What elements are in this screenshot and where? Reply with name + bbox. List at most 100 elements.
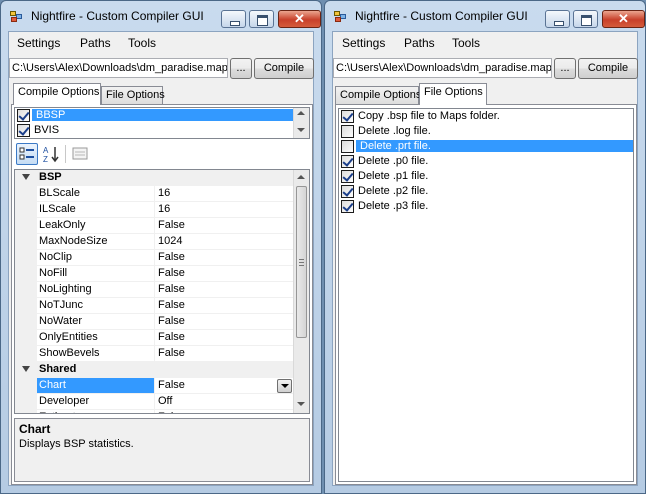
property-row[interactable]: NoTJunc False <box>15 298 293 314</box>
list-item[interactable]: Delete .log file. <box>339 124 633 139</box>
file-option-checkbox[interactable] <box>341 155 354 168</box>
property-value[interactable]: False <box>155 346 293 362</box>
close-button[interactable]: ✕ <box>602 10 645 28</box>
maximize-button[interactable] <box>249 10 274 28</box>
property-value[interactable]: False <box>155 218 293 234</box>
property-value[interactable]: 16 <box>155 186 293 202</box>
collapse-icon[interactable] <box>22 366 30 372</box>
menu-paths[interactable]: Paths <box>80 36 111 50</box>
property-name[interactable]: ILScale <box>37 202 155 218</box>
property-row[interactable]: EstimateFalse <box>15 410 293 413</box>
list-item[interactable]: BVIS <box>15 123 309 138</box>
menu-settings[interactable]: Settings <box>342 36 385 50</box>
file-option-checkbox[interactable] <box>341 170 354 183</box>
property-row[interactable]: Chart False <box>15 378 293 394</box>
property-row[interactable]: NoClip False <box>15 250 293 266</box>
property-name[interactable]: NoLighting <box>37 282 155 298</box>
list-item[interactable]: Delete .p1 file. <box>339 169 633 184</box>
tool-checkbox[interactable] <box>17 109 30 122</box>
property-name[interactable]: NoClip <box>37 250 155 266</box>
property-value[interactable]: False <box>155 378 293 394</box>
tool-checkbox[interactable] <box>17 124 30 137</box>
property-name[interactable]: NoFill <box>37 266 155 282</box>
tab-compile-options[interactable]: Compile Options <box>335 86 421 105</box>
property-row[interactable]: Developer Off <box>15 394 293 410</box>
menu-tools[interactable]: Tools <box>128 36 156 50</box>
property-name[interactable]: LeakOnly <box>37 218 155 234</box>
property-row[interactable]: NoWater False <box>15 314 293 330</box>
property-category[interactable]: Shared <box>15 362 293 378</box>
list-item[interactable]: Delete .p2 file. <box>339 184 633 199</box>
compile-button[interactable]: Compile <box>254 58 314 79</box>
property-value[interactable]: 16 <box>155 202 293 218</box>
browse-button[interactable]: ... <box>554 58 576 79</box>
property-value[interactable]: 1024 <box>155 234 293 250</box>
property-row[interactable]: ILScale 16 <box>15 202 293 218</box>
property-name[interactable]: Estimate <box>37 410 155 413</box>
title-bar[interactable]: Nightfire - Custom Compiler GUI ✕ <box>1 1 321 31</box>
property-row[interactable]: NoLighting False <box>15 282 293 298</box>
tab-file-options[interactable]: File Options <box>419 83 487 105</box>
property-name[interactable]: BLScale <box>37 186 155 202</box>
collapse-icon[interactable] <box>22 174 30 180</box>
list-item[interactable]: Copy .bsp file to Maps folder. <box>339 109 633 124</box>
list-item[interactable]: BBSP <box>15 108 309 123</box>
value-dropdown-button[interactable] <box>277 379 292 393</box>
tab-compile-options[interactable]: Compile Options <box>13 83 101 105</box>
browse-button[interactable]: ... <box>230 58 252 79</box>
file-option-checkbox[interactable] <box>341 185 354 198</box>
app-icon <box>10 11 23 23</box>
categorized-view-button[interactable] <box>16 143 38 165</box>
property-row[interactable]: LeakOnly False <box>15 218 293 234</box>
tab-file-options[interactable]: File Options <box>101 86 165 105</box>
alphabetical-sort-button[interactable]: A Z <box>40 143 62 165</box>
property-name[interactable]: NoWater <box>37 314 155 330</box>
property-value[interactable]: False <box>155 410 293 413</box>
property-value[interactable]: Off <box>155 394 293 410</box>
compile-button[interactable]: Compile <box>578 58 638 79</box>
file-option-checkbox[interactable] <box>341 110 354 123</box>
property-value[interactable]: False <box>155 314 293 330</box>
scroll-up-arrow[interactable] <box>297 175 305 179</box>
file-option-checkbox[interactable] <box>341 125 354 138</box>
property-name[interactable]: NoTJunc <box>37 298 155 314</box>
scroll-thumb[interactable] <box>296 186 307 338</box>
close-button[interactable]: ✕ <box>278 10 321 28</box>
title-bar[interactable]: Nightfire - Custom Compiler GUI ✕ <box>325 1 645 31</box>
minimize-button[interactable] <box>221 10 246 28</box>
list-item[interactable]: Delete .p3 file. <box>339 199 633 214</box>
list-item[interactable]: Delete .p0 file. <box>339 154 633 169</box>
property-name[interactable]: Developer <box>37 394 155 410</box>
property-row[interactable]: BLScale 16 <box>15 186 293 202</box>
scroll-up-arrow[interactable] <box>297 111 305 115</box>
property-name[interactable]: Chart <box>37 378 155 394</box>
minimize-button[interactable] <box>545 10 570 28</box>
property-name[interactable]: ShowBevels <box>37 346 155 362</box>
property-value[interactable]: False <box>155 266 293 282</box>
file-option-checkbox[interactable] <box>341 200 354 213</box>
property-category[interactable]: BSP <box>15 170 293 186</box>
property-row[interactable]: NoFill False <box>15 266 293 282</box>
file-option-checkbox[interactable] <box>341 140 354 153</box>
property-row[interactable]: OnlyEntities False <box>15 330 293 346</box>
map-path-field[interactable]: C:\Users\Alex\Downloads\dm_paradise.map <box>333 58 552 78</box>
scroll-down-arrow[interactable] <box>297 128 305 132</box>
property-row[interactable]: ShowBevels False <box>15 346 293 362</box>
property-value[interactable]: False <box>155 298 293 314</box>
tools-scrollbar[interactable] <box>293 108 309 138</box>
property-pages-button[interactable] <box>69 143 91 165</box>
property-value[interactable]: False <box>155 330 293 346</box>
menu-tools[interactable]: Tools <box>452 36 480 50</box>
maximize-button[interactable] <box>573 10 598 28</box>
menu-paths[interactable]: Paths <box>404 36 435 50</box>
property-value[interactable]: False <box>155 282 293 298</box>
property-row[interactable]: MaxNodeSize 1024 <box>15 234 293 250</box>
list-item[interactable]: Delete .prt file. <box>339 139 633 154</box>
map-path-field[interactable]: C:\Users\Alex\Downloads\dm_paradise.map <box>9 58 228 78</box>
property-name[interactable]: MaxNodeSize <box>37 234 155 250</box>
property-value[interactable]: False <box>155 250 293 266</box>
property-name[interactable]: OnlyEntities <box>37 330 155 346</box>
menu-settings[interactable]: Settings <box>17 36 60 50</box>
scroll-down-arrow[interactable] <box>297 402 305 406</box>
property-grid-scrollbar[interactable] <box>293 170 309 413</box>
